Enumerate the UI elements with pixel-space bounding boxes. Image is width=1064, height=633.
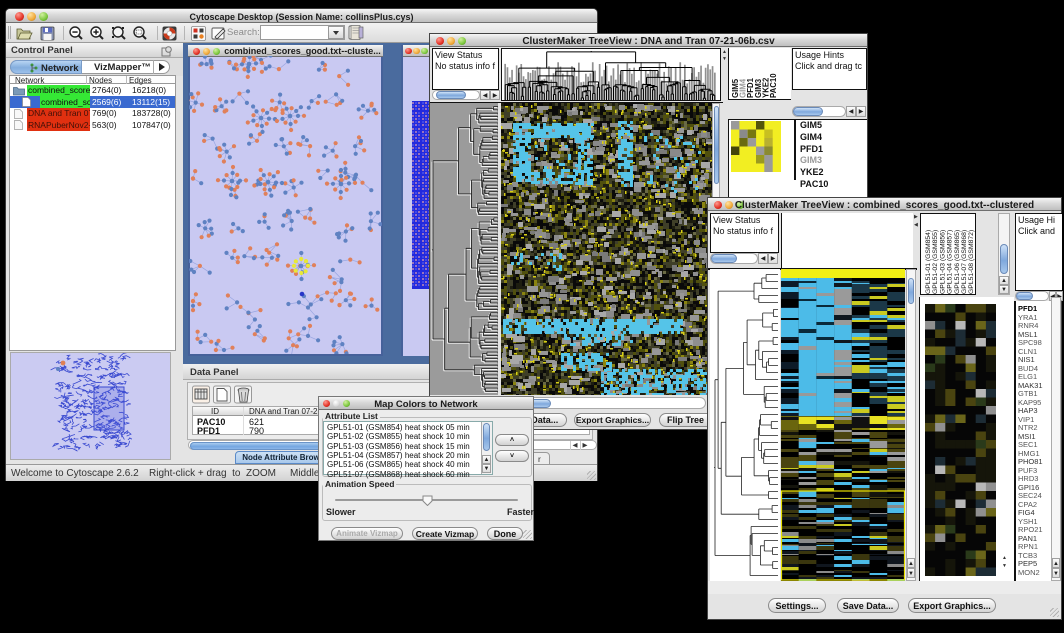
svg-text:GPL51-03 (GSM856): GPL51-03 (GSM856) bbox=[939, 230, 946, 294]
svg-text:GPL51-06 (GSM865): GPL51-06 (GSM865) bbox=[954, 230, 961, 294]
svg-text:GPL51-01 (GSM854): GPL51-01 (GSM854) bbox=[925, 230, 932, 294]
svg-text:GPL51-08 (GSM872): GPL51-08 (GSM872) bbox=[968, 230, 975, 294]
svg-text:GPL51-04 (GSM857): GPL51-04 (GSM857) bbox=[947, 230, 954, 294]
svg-text:GPL51-07 (GSM868): GPL51-07 (GSM868) bbox=[961, 230, 968, 294]
svg-text:PAC10: PAC10 bbox=[769, 73, 778, 98]
svg-text:GPL51-02 (GSM855): GPL51-02 (GSM855) bbox=[932, 230, 939, 294]
